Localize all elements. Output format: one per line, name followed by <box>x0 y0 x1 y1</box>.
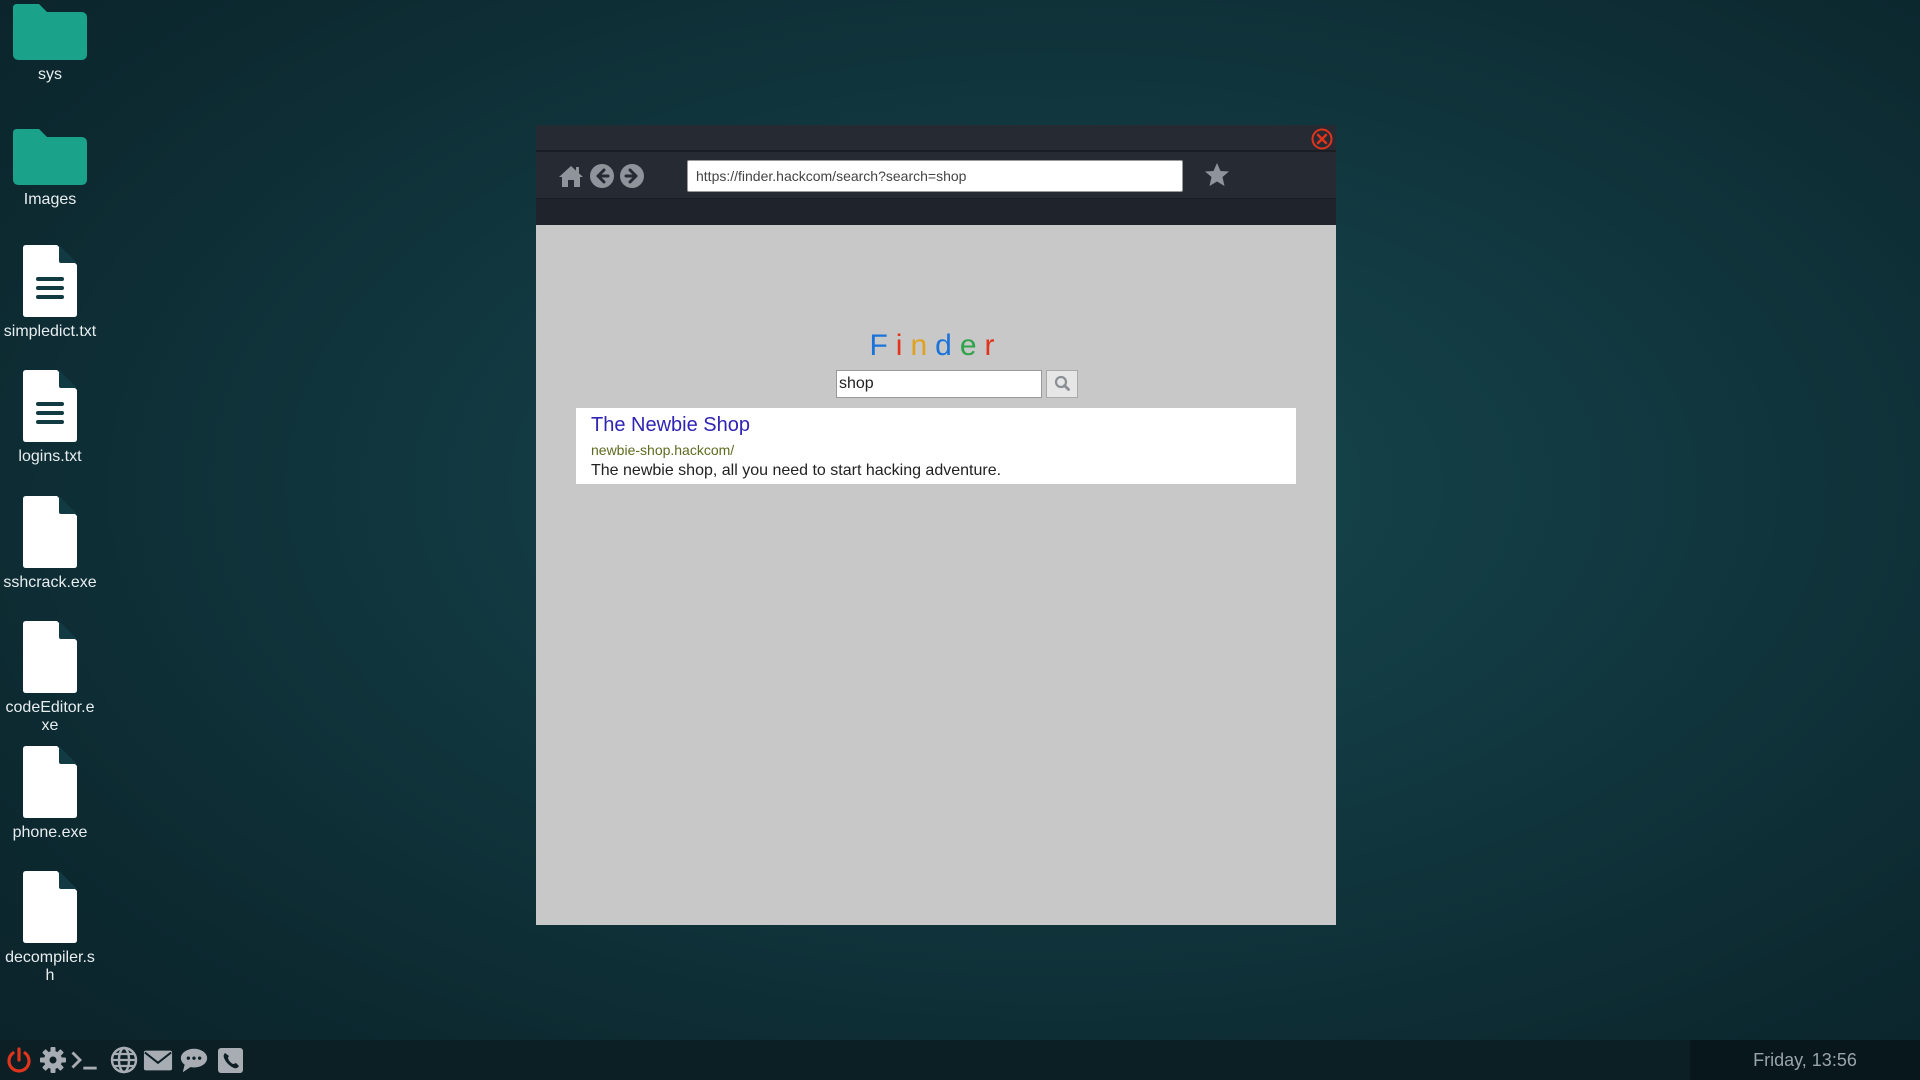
back-icon[interactable] <box>589 163 615 189</box>
finder-logo-letter: d <box>935 329 960 362</box>
desktop-icon-label: simpledict.txt <box>3 323 97 340</box>
taskbar: Friday, 13:56 <box>0 1040 1920 1080</box>
desktop-icon-logins[interactable]: logins.txt <box>0 370 100 466</box>
desktop-icon-sshcrack[interactable]: sshcrack.exe <box>0 496 100 592</box>
finder-logo-letter: F <box>869 329 896 362</box>
desktop-icon-label: Images <box>23 191 77 208</box>
finder-logo-letter: n <box>910 329 936 362</box>
result-url: newbie-shop.hackcom/ <box>591 442 735 458</box>
mail-icon[interactable] <box>143 1046 173 1074</box>
desktop-icon-label: phone.exe <box>12 824 88 841</box>
desktop-icon-label: decompiler.sh <box>5 949 95 984</box>
browser-window: Finder The Newbie Shop newbie-shop.hackc… <box>536 125 1336 925</box>
browser-globe-icon[interactable] <box>109 1046 139 1074</box>
desktop-icon-label: sys <box>38 66 62 83</box>
desktop-icon-label: logins.txt <box>18 448 82 465</box>
finder-logo-letter: e <box>959 329 985 362</box>
finder-logo-letter: i <box>895 329 911 362</box>
desktop-icon-images[interactable]: Images <box>0 129 100 209</box>
text-file-icon <box>23 245 77 317</box>
desktop-icon-phone[interactable]: phone.exe <box>0 746 100 842</box>
desktop-icon-sys[interactable]: sys <box>0 4 100 84</box>
power-icon[interactable] <box>4 1046 34 1074</box>
file-icon <box>23 621 77 693</box>
folder-icon <box>13 129 87 185</box>
search-result: The Newbie Shop newbie-shop.hackcom/ The… <box>576 408 1296 484</box>
file-icon <box>23 746 77 818</box>
result-title-link[interactable]: The Newbie Shop <box>591 412 1281 438</box>
bookmark-star-icon[interactable] <box>1203 161 1231 189</box>
finder-logo: Finder <box>536 329 1336 363</box>
desktop-icon-codeeditor[interactable]: codeEditor.exe <box>0 621 100 735</box>
url-input[interactable] <box>687 160 1183 192</box>
search-input[interactable] <box>836 370 1042 398</box>
desktop-icon-decompiler[interactable]: decompiler.sh <box>0 871 100 985</box>
taskbar-clock: Friday, 13:56 <box>1690 1040 1920 1080</box>
search-button[interactable] <box>1046 370 1078 398</box>
settings-icon[interactable] <box>38 1046 68 1074</box>
desktop-icon-label: codeEditor.exe <box>5 699 95 734</box>
desktop-icon-label: sshcrack.exe <box>3 574 97 591</box>
result-description: The newbie shop, all you need to start h… <box>591 462 1002 479</box>
close-icon[interactable] <box>1311 128 1333 150</box>
chat-icon[interactable] <box>179 1046 209 1074</box>
text-file-icon <box>23 370 77 442</box>
search-icon <box>1054 375 1070 391</box>
folder-icon <box>13 4 87 60</box>
file-icon <box>23 871 77 943</box>
finder-logo-letter: r <box>984 329 1003 362</box>
browser-navbar <box>536 152 1336 199</box>
file-icon <box>23 496 77 568</box>
home-icon[interactable] <box>558 163 584 189</box>
page-content: Finder The Newbie Shop newbie-shop.hackc… <box>536 225 1336 925</box>
desktop-icon-simpledict[interactable]: simpledict.txt <box>0 245 100 341</box>
forward-icon[interactable] <box>619 163 645 189</box>
browser-tab-strip <box>536 199 1336 225</box>
window-titlebar[interactable] <box>536 125 1336 152</box>
phone-icon[interactable] <box>215 1046 245 1074</box>
terminal-icon[interactable] <box>70 1046 100 1074</box>
